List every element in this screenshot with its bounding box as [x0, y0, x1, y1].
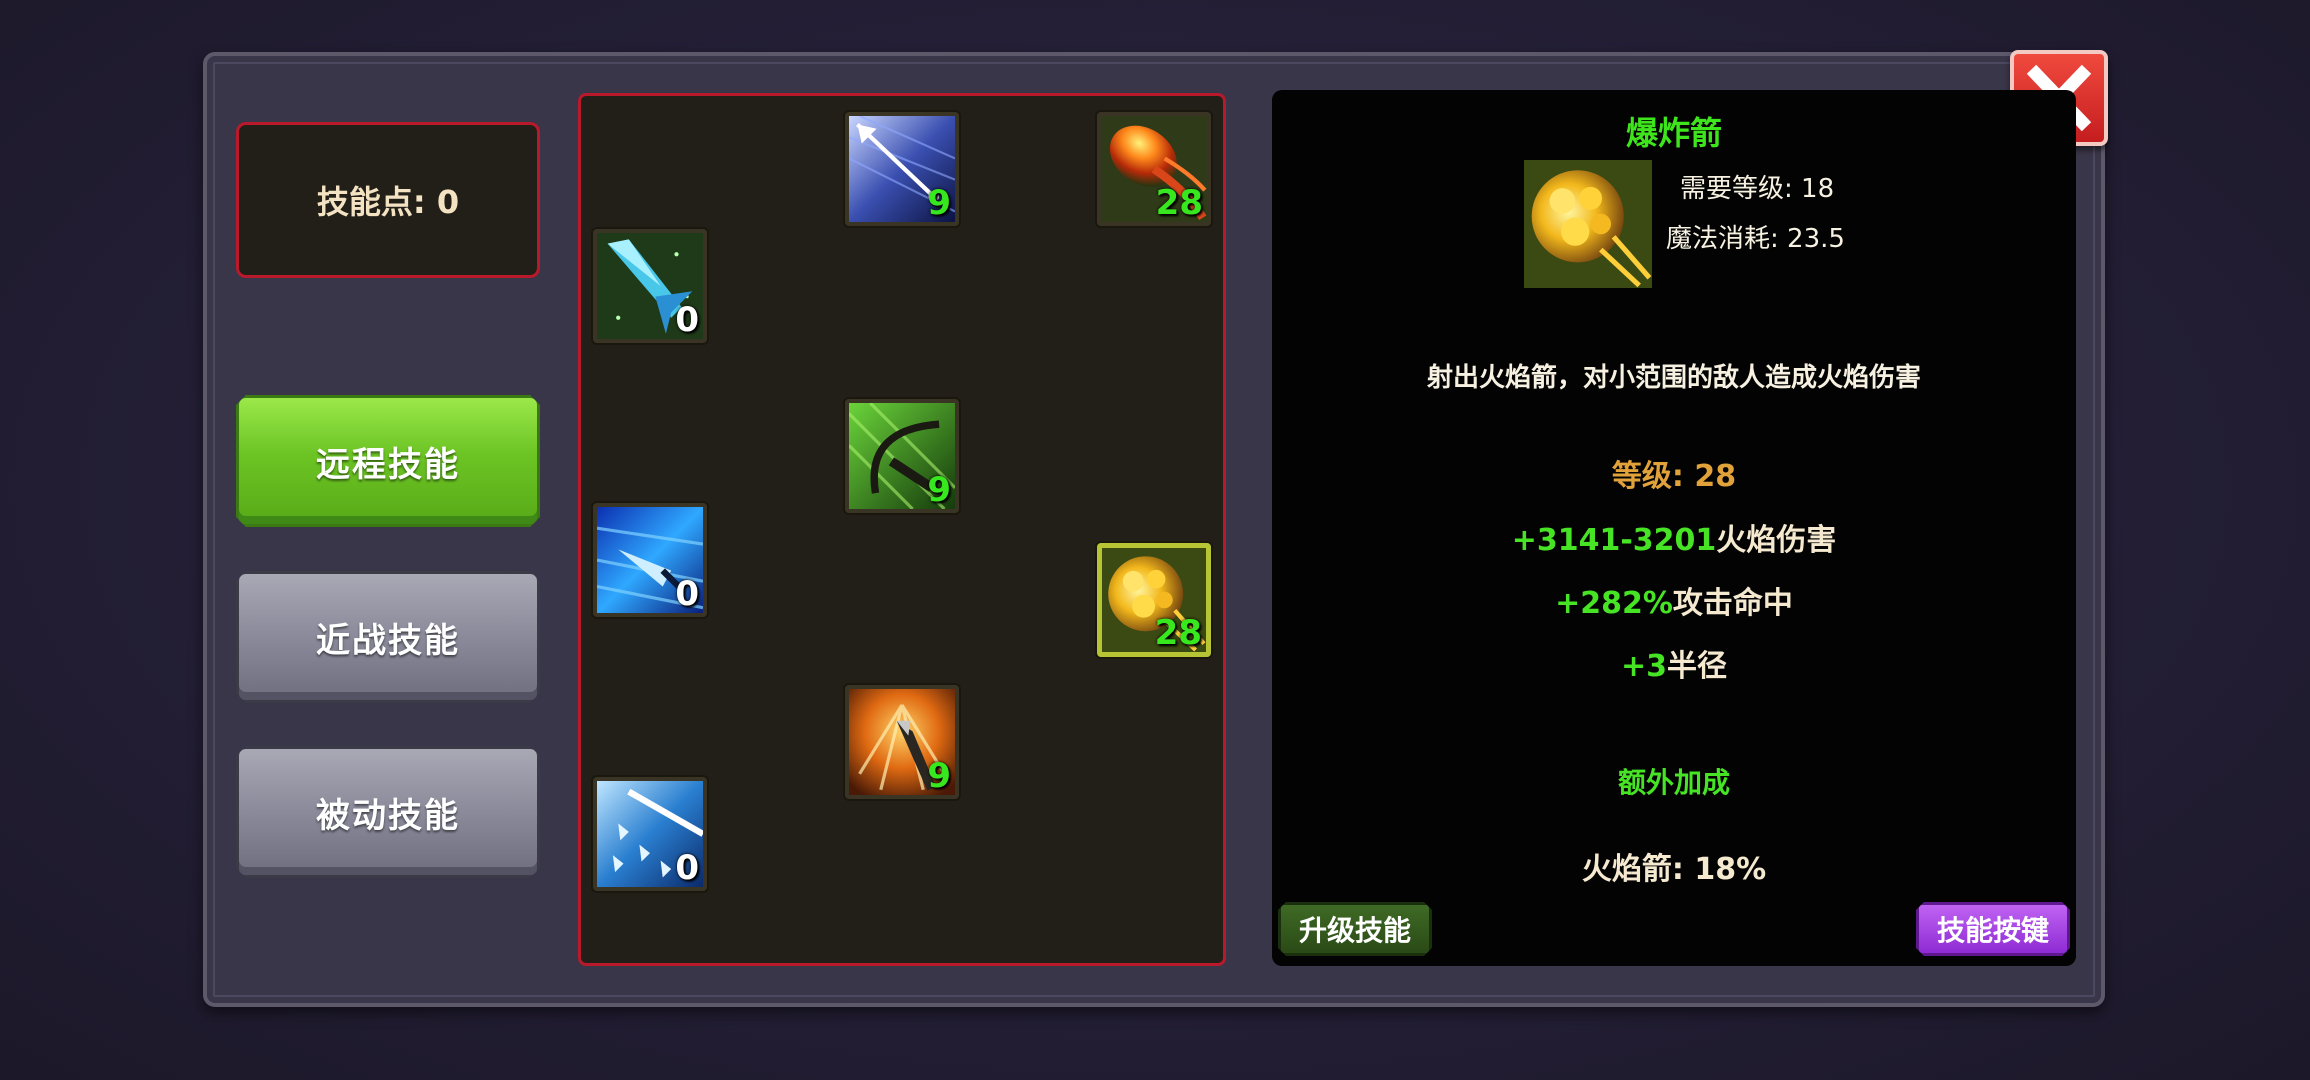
skill-slot-fire-arrow[interactable]: 28: [1097, 112, 1211, 226]
level-label: 等级:: [1611, 459, 1684, 494]
skill-level: 9: [927, 183, 951, 223]
skill-slot-flame-spear[interactable]: 9: [845, 685, 959, 799]
bonus-title: 额外加成: [1617, 766, 1730, 799]
upgrade-skill-button[interactable]: 升级技能: [1278, 902, 1432, 956]
tab-passive-skills[interactable]: 被动技能: [236, 746, 540, 878]
skill-level: 28: [1154, 613, 1202, 653]
skill-slot-piercing-arrow[interactable]: 9: [845, 112, 959, 226]
skill-slot-ice-arrow[interactable]: 0: [593, 229, 707, 343]
tab-label: 近战技能: [316, 620, 460, 661]
skill-slot-frost-shot[interactable]: 0: [593, 503, 707, 617]
hit-line: +282%攻击命中: [1272, 578, 2076, 622]
skill-description: 射出火焰箭，对小范围的敌人造成火焰伤害: [1426, 363, 1921, 393]
skill-hotkey-label: 技能按键: [1936, 914, 2049, 947]
explosive-arrow-icon: [1524, 160, 1652, 288]
skill-slot-explosive-arrow[interactable]: 28: [1097, 543, 1211, 657]
radius-value: +3: [1620, 649, 1667, 684]
skill-detail-panel: 爆炸箭 需要等级: 18 魔法消耗: 23.5 射出火焰箭，对小范围的敌人造成火…: [1272, 90, 2076, 966]
skill-points-label: 技能点: 0: [316, 183, 460, 221]
skill-level: 0: [675, 848, 699, 888]
required-level: 需要等级: 18: [1680, 174, 1835, 204]
skill-slot-ice-shards[interactable]: 0: [593, 777, 707, 891]
selected-skill-icon: [1524, 160, 1652, 288]
tab-label: 被动技能: [316, 795, 460, 836]
hit-label: 攻击命中: [1672, 586, 1793, 621]
skill-level-line: 等级: 28: [1272, 451, 2076, 495]
tab-ranged-skills[interactable]: 远程技能: [236, 395, 540, 527]
skill-points-display: 技能点: 0: [236, 122, 540, 278]
radius-label: 半径: [1667, 649, 1727, 684]
hit-value: +282%: [1555, 586, 1673, 621]
level-value: 28: [1694, 459, 1737, 494]
damage-line: +3141-3201火焰伤害: [1272, 515, 2076, 559]
radius-line: +3半径: [1272, 641, 2076, 685]
bonus-line: 火焰箭: 18%: [1581, 852, 1767, 887]
tab-label: 远程技能: [316, 444, 460, 485]
upgrade-skill-label: 升级技能: [1298, 914, 1411, 947]
skill-level: 9: [927, 470, 951, 510]
skill-hotkey-button[interactable]: 技能按键: [1916, 902, 2070, 956]
damage-label: 火焰伤害: [1716, 523, 1837, 558]
skill-name: 爆炸箭: [1625, 114, 1722, 152]
skill-level: 9: [927, 756, 951, 796]
skill-level: 0: [675, 300, 699, 340]
mana-cost: 魔法消耗: 23.5: [1666, 224, 1845, 254]
skill-slot-nature-bow[interactable]: 9: [845, 399, 959, 513]
skill-level: 0: [675, 574, 699, 614]
skill-level: 28: [1155, 183, 1203, 223]
damage-value: +3141-3201: [1511, 523, 1717, 558]
tab-melee-skills[interactable]: 近战技能: [236, 571, 540, 703]
